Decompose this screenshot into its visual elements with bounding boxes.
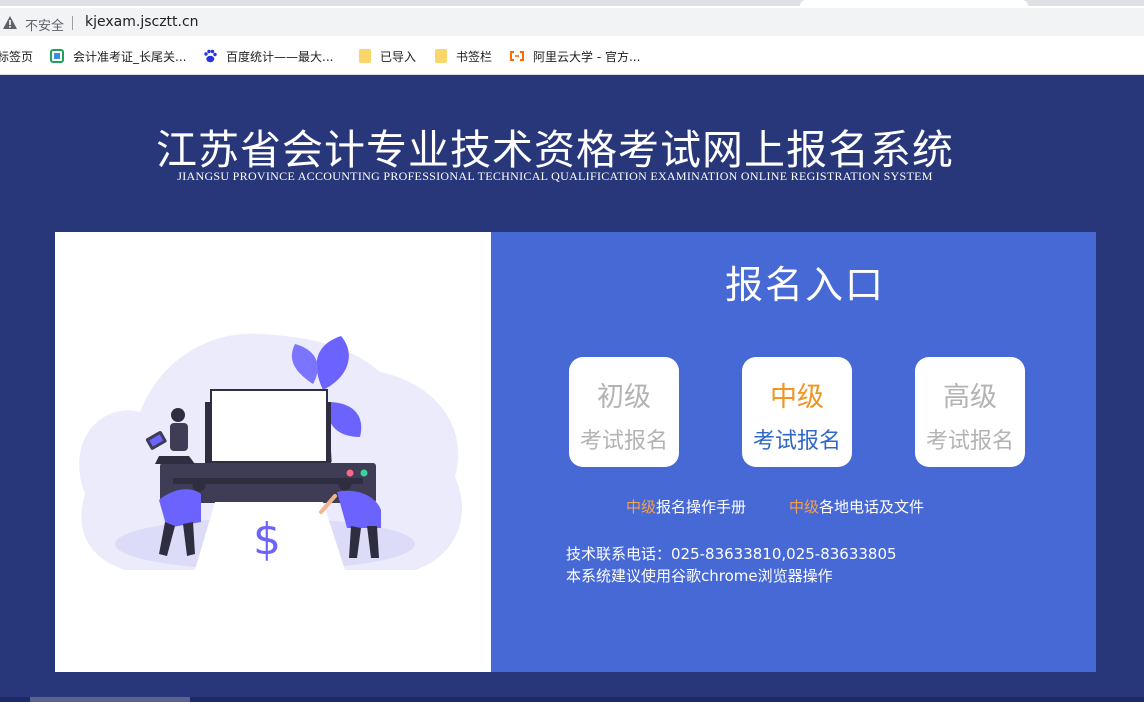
illustration-panel: $ bbox=[55, 232, 491, 672]
link-highlight: 中级 bbox=[626, 498, 657, 516]
aliyun-icon bbox=[510, 49, 524, 63]
bookmark-tabs-page[interactable]: 标签页 bbox=[0, 47, 33, 65]
horizontal-scrollbar[interactable] bbox=[0, 697, 1144, 702]
intermediate-exam-register-button[interactable]: 中级 考试报名 bbox=[742, 357, 852, 467]
registration-card: $ 报名入口 初级 考试报名 中级 考试报名 高级 考试报名 中级报名操作手册 … bbox=[55, 232, 1096, 672]
action-label: 考试报名 bbox=[579, 429, 668, 454]
action-label: 考试报名 bbox=[752, 429, 841, 454]
regional-contacts-link[interactable]: 中级各地电话及文件 bbox=[789, 496, 924, 517]
bookmark-label: 已导入 bbox=[380, 49, 417, 64]
link-text: 各地电话及文件 bbox=[819, 498, 925, 516]
baidu-paw-icon bbox=[203, 49, 217, 63]
page-subtitle: JIANGSU PROVINCE ACCOUNTING PROFESSIONAL… bbox=[177, 169, 933, 183]
registration-manual-link[interactable]: 中级报名操作手册 bbox=[626, 496, 746, 517]
omnibox[interactable]: 不安全 kjexam.jscztt.cn bbox=[0, 8, 1144, 36]
dollar-sign: $ bbox=[253, 514, 281, 565]
folder-icon bbox=[359, 49, 371, 63]
bookmark-baidu-tongji[interactable]: 百度统计——最大... bbox=[203, 47, 333, 65]
folder-icon bbox=[435, 49, 447, 63]
browser-tip: 本系统建议使用谷歌chrome浏览器操作 bbox=[566, 567, 833, 585]
level-label: 中级 bbox=[770, 382, 824, 413]
page-title: 江苏省会计专业技术资格考试网上报名系统 bbox=[156, 126, 954, 174]
scrollbar-thumb[interactable] bbox=[30, 697, 190, 702]
bookmark-folder-bar[interactable]: 书签栏 bbox=[435, 47, 492, 65]
printer-workers-illustration: $ bbox=[79, 333, 462, 570]
level-label: 初级 bbox=[597, 382, 651, 413]
bookmark-label: 会计准考证_长尾关... bbox=[73, 49, 187, 64]
link-text: 报名操作手册 bbox=[656, 498, 747, 516]
bookmark-aliyun[interactable]: 阿里云大学 - 官方... bbox=[510, 47, 640, 65]
bookmark-folder-imported[interactable]: 已导入 bbox=[359, 47, 416, 65]
address-bar: 不安全 kjexam.jscztt.cn bbox=[0, 6, 1144, 38]
bookmarks-bar: 标签页 会计准考证_长尾关... 百度统计——最大... 已导入 书签栏 阿里云… bbox=[0, 38, 1144, 75]
not-secure-label[interactable]: 不安全 bbox=[25, 15, 64, 34]
bookmark-exam-ticket[interactable]: 会计准考证_长尾关... bbox=[50, 47, 186, 65]
site-favicon-icon bbox=[50, 49, 64, 63]
link-highlight: 中级 bbox=[789, 498, 820, 516]
contact-phone: 技术联系电话：025-83633810,025-83633805 bbox=[566, 545, 897, 563]
registration-panel: 报名入口 初级 考试报名 中级 考试报名 高级 考试报名 中级报名操作手册 中级… bbox=[491, 232, 1096, 672]
level-label: 高级 bbox=[943, 382, 997, 413]
action-label: 考试报名 bbox=[925, 429, 1014, 454]
bookmark-label: 标签页 bbox=[0, 49, 34, 64]
registration-heading: 报名入口 bbox=[724, 263, 885, 307]
url-text[interactable]: kjexam.jscztt.cn bbox=[85, 14, 199, 30]
address-divider bbox=[72, 16, 73, 30]
senior-exam-register-button[interactable]: 高级 考试报名 bbox=[915, 357, 1025, 467]
bookmark-label: 阿里云大学 - 官方... bbox=[533, 49, 641, 64]
not-secure-warning-icon[interactable] bbox=[3, 16, 17, 29]
bookmark-label: 书签栏 bbox=[456, 49, 493, 64]
bookmark-label: 百度统计——最大... bbox=[226, 49, 334, 64]
primary-exam-register-button[interactable]: 初级 考试报名 bbox=[569, 357, 679, 467]
